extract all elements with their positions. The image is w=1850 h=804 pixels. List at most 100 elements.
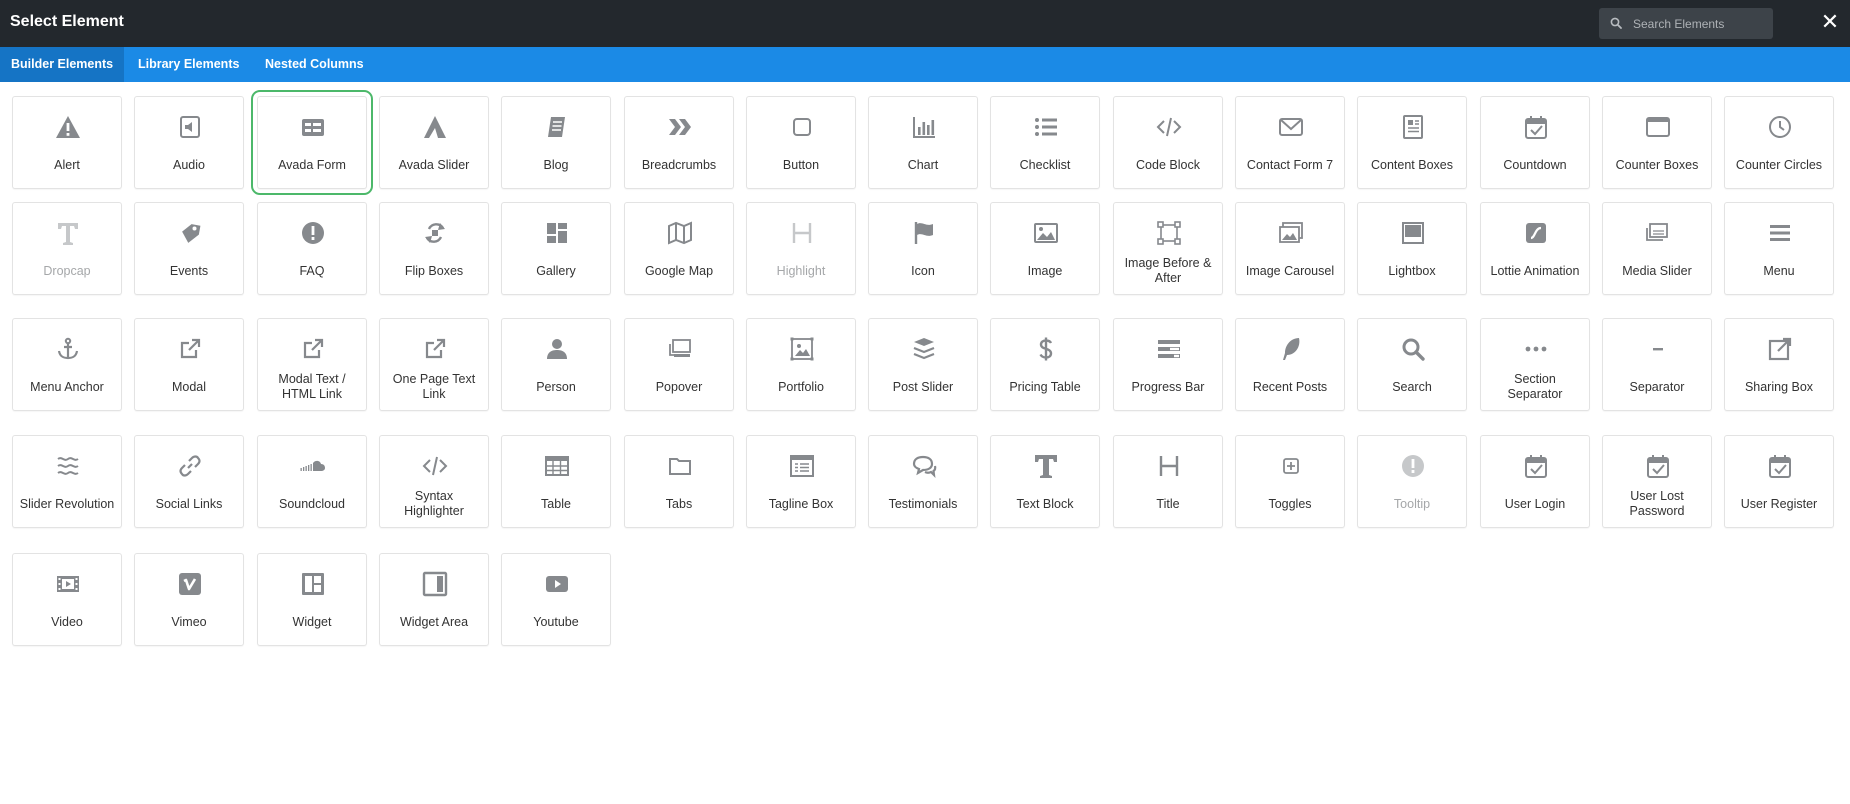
element-card-lightbox[interactable]: Lightbox — [1357, 202, 1467, 295]
popover-icon — [666, 335, 694, 363]
breadcrumbs-icon — [666, 113, 694, 141]
element-card-audio[interactable]: Audio — [134, 96, 244, 189]
element-card-youtube[interactable]: Youtube — [501, 553, 611, 646]
element-card-one-page-text-link[interactable]: One Page Text Link — [379, 318, 489, 411]
element-label: Avada Slider — [398, 157, 470, 172]
tab-bar: Builder Elements Library Elements Nested… — [0, 47, 1850, 82]
element-card-social-links[interactable]: Social Links — [134, 435, 244, 528]
element-card-toggles[interactable]: Toggles — [1235, 435, 1345, 528]
element-card-recent-posts[interactable]: Recent Posts — [1235, 318, 1345, 411]
element-card-tabs[interactable]: Tabs — [624, 435, 734, 528]
person-icon — [543, 335, 571, 363]
element-card-modal[interactable]: Modal — [134, 318, 244, 411]
element-label: Breadcrumbs — [641, 157, 717, 172]
element-card-image-carousel[interactable]: Image Carousel — [1235, 202, 1345, 295]
element-card-tagline-box[interactable]: Tagline Box — [746, 435, 856, 528]
element-card-pricing-table[interactable]: Pricing Table — [990, 318, 1100, 411]
element-card-counter-boxes[interactable]: Counter Boxes — [1602, 96, 1712, 189]
element-label: Tabs — [665, 496, 693, 511]
element-card-gallery[interactable]: Gallery — [501, 202, 611, 295]
element-card-widget-area[interactable]: Widget Area — [379, 553, 489, 646]
element-card-dropcap[interactable]: Dropcap — [12, 202, 122, 295]
element-card-tooltip[interactable]: Tooltip — [1357, 435, 1467, 528]
youtube-icon — [543, 570, 571, 598]
element-card-google-map[interactable]: Google Map — [624, 202, 734, 295]
element-card-faq[interactable]: FAQ — [257, 202, 367, 295]
element-card-soundcloud[interactable]: Soundcloud — [257, 435, 367, 528]
element-card-button[interactable]: Button — [746, 96, 856, 189]
element-card-user-lost-password[interactable]: User Lost Password — [1602, 435, 1712, 528]
images-icon — [1277, 219, 1305, 247]
search-input[interactable] — [1633, 8, 1767, 39]
element-card-separator[interactable]: Separator — [1602, 318, 1712, 411]
element-label: Flip Boxes — [404, 263, 464, 278]
element-card-countdown[interactable]: Countdown — [1480, 96, 1590, 189]
element-card-title[interactable]: Title — [1113, 435, 1223, 528]
element-card-image-before-and-after[interactable]: Image Before & After — [1113, 202, 1223, 295]
element-label: Pricing Table — [1009, 379, 1081, 394]
element-card-person[interactable]: Person — [501, 318, 611, 411]
progress-bar-icon — [1155, 335, 1183, 363]
before-after-icon — [1155, 219, 1183, 247]
element-card-breadcrumbs[interactable]: Breadcrumbs — [624, 96, 734, 189]
element-card-checklist[interactable]: Checklist — [990, 96, 1100, 189]
element-card-flip-boxes[interactable]: Flip Boxes — [379, 202, 489, 295]
element-label: Lightbox — [1388, 263, 1436, 278]
highlight-icon — [788, 219, 816, 247]
element-card-sharing-box[interactable]: Sharing Box — [1724, 318, 1834, 411]
element-card-text-block[interactable]: Text Block — [990, 435, 1100, 528]
calendar-check-icon — [1522, 113, 1550, 141]
element-card-highlight[interactable]: Highlight — [746, 202, 856, 295]
element-card-widget[interactable]: Widget — [257, 553, 367, 646]
close-icon[interactable]: ✕ — [1818, 11, 1842, 35]
element-card-lottie-animation[interactable]: Lottie Animation — [1480, 202, 1590, 295]
tab-library-elements[interactable]: Library Elements — [127, 47, 250, 82]
element-card-avada-form[interactable]: Avada Form — [251, 90, 373, 195]
element-card-video[interactable]: Video — [12, 553, 122, 646]
element-card-section-separator[interactable]: Section Separator — [1480, 318, 1590, 411]
element-label: Separator — [1629, 379, 1685, 394]
element-card-icon[interactable]: Icon — [868, 202, 978, 295]
element-card-user-register[interactable]: User Register — [1724, 435, 1834, 528]
element-card-vimeo[interactable]: Vimeo — [134, 553, 244, 646]
film-icon — [54, 570, 82, 598]
element-card-avada-slider[interactable]: Avada Slider — [379, 96, 489, 189]
element-card-image[interactable]: Image — [990, 202, 1100, 295]
external-link-icon — [299, 335, 327, 363]
element-card-blog[interactable]: Blog — [501, 96, 611, 189]
tab-builder-elements[interactable]: Builder Elements — [0, 47, 125, 82]
element-label: Chart — [907, 157, 939, 172]
external-link-icon — [176, 335, 204, 363]
element-card-user-login[interactable]: User Login — [1480, 435, 1590, 528]
dollar-icon — [1032, 335, 1060, 363]
element-label: Social Links — [155, 496, 223, 511]
element-card-table[interactable]: Table — [501, 435, 611, 528]
element-card-media-slider[interactable]: Media Slider — [1602, 202, 1712, 295]
element-card-slider-revolution[interactable]: Slider Revolution — [12, 435, 122, 528]
element-card-chart[interactable]: Chart — [868, 96, 978, 189]
element-label: Media Slider — [1622, 263, 1692, 278]
tab-nested-columns[interactable]: Nested Columns — [254, 47, 375, 82]
element-card-counter-circles[interactable]: Counter Circles — [1724, 96, 1834, 189]
element-card-content-boxes[interactable]: Content Boxes — [1357, 96, 1467, 189]
element-card-progress-bar[interactable]: Progress Bar — [1113, 318, 1223, 411]
element-card-portfolio[interactable]: Portfolio — [746, 318, 856, 411]
element-label: Syntax Highlighter — [404, 489, 464, 518]
element-card-events[interactable]: Events — [134, 202, 244, 295]
element-card-menu[interactable]: Menu — [1724, 202, 1834, 295]
element-card-popover[interactable]: Popover — [624, 318, 734, 411]
element-card-search[interactable]: Search — [1357, 318, 1467, 411]
element-card-syntax-highlighter[interactable]: Syntax Highlighter — [379, 435, 489, 528]
element-card-modal-text-html-link[interactable]: Modal Text / HTML Link — [257, 318, 367, 411]
element-card-contact-form-7[interactable]: Contact Form 7 — [1235, 96, 1345, 189]
element-label: Content Boxes — [1371, 157, 1453, 172]
element-card-testimonials[interactable]: Testimonials — [868, 435, 978, 528]
element-card-menu-anchor[interactable]: Menu Anchor — [12, 318, 122, 411]
element-label: Counter Boxes — [1615, 157, 1699, 172]
element-card-post-slider[interactable]: Post Slider — [868, 318, 978, 411]
element-card-code-block[interactable]: Code Block — [1113, 96, 1223, 189]
search-box[interactable] — [1599, 8, 1773, 39]
modal-title: Select Element — [10, 13, 124, 30]
widget-icon — [299, 570, 327, 598]
element-card-alert[interactable]: Alert — [12, 96, 122, 189]
